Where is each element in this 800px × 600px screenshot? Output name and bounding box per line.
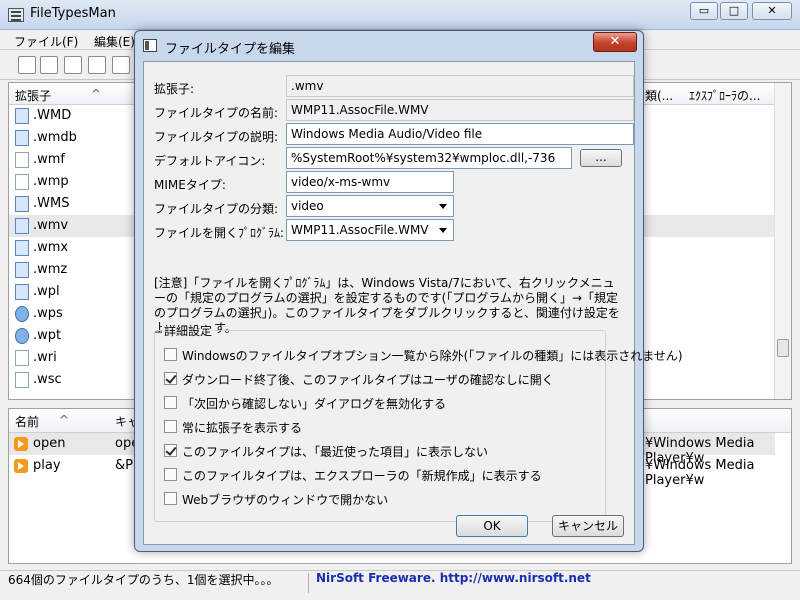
wmx-file-icon: [15, 240, 29, 256]
properties-icon[interactable]: [88, 56, 106, 74]
mime-field[interactable]: video/x-ms-wmv: [286, 171, 454, 193]
default-icon-field[interactable]: %SystemRoot%¥system32¥wmploc.dll,-736: [286, 147, 572, 169]
wmz-file-icon: [15, 262, 29, 278]
description-field[interactable]: Windows Media Audio/Video file: [286, 123, 634, 145]
wps-file-icon: [15, 306, 29, 322]
column-sort-arrow[interactable]: ^: [91, 87, 101, 101]
category-select[interactable]: video: [286, 195, 454, 217]
media-player-icon: [14, 437, 28, 451]
chevron-down-icon: [439, 204, 447, 209]
wmp-file-icon: [15, 174, 29, 190]
open-program-select[interactable]: WMP11.AssocFile.WMV: [286, 219, 454, 241]
wsc-file-icon: [15, 372, 29, 388]
chevron-down-icon: [439, 228, 447, 233]
status-bar: 664個のファイルタイプのうち、1個を選択中。。。 NirSoft Freewa…: [0, 570, 800, 600]
mime-label: MIMEタイプ:: [154, 178, 226, 192]
scrollbar-thumb[interactable]: [777, 339, 789, 357]
category-label: ファイルタイプの分類:: [154, 202, 279, 216]
note-text: [注意]「ファイルを開くﾌﾟﾛｸﾞﾗﾑ」は、Windows Vista/7におい…: [154, 276, 620, 335]
group-title: 詳細設定: [162, 322, 215, 339]
window-title: FileTypesMan: [30, 6, 116, 21]
edit-icon[interactable]: [112, 56, 130, 74]
dialog-title: ファイルタイプを編集: [165, 42, 296, 57]
refresh-icon[interactable]: [40, 56, 58, 74]
column-explorer[interactable]: ｴｸｽﾌﾟﾛｰﾗの...: [689, 87, 760, 104]
list-scrollbar[interactable]: [774, 83, 791, 399]
status-divider: [308, 573, 309, 593]
wmf-file-icon: [15, 152, 29, 168]
checkbox[interactable]: [164, 420, 177, 433]
open-program-label: ファイルを開くﾌﾟﾛｸﾞﾗﾑ:: [154, 226, 285, 240]
menu-edit[interactable]: 編集(E): [94, 33, 135, 50]
app-icon: [8, 8, 24, 22]
dialog-close-button[interactable]: ✕: [593, 32, 637, 52]
wmdb-file-icon: [15, 130, 29, 146]
ok-button[interactable]: OK: [456, 515, 528, 537]
save-icon[interactable]: [18, 56, 36, 74]
checkbox-checked[interactable]: [164, 444, 177, 457]
wpt-file-icon: [15, 328, 29, 344]
extension-field: .wmv: [286, 75, 634, 97]
category-value: video: [291, 199, 324, 213]
type-name-label: ファイルタイプの名前:: [154, 106, 279, 120]
main-close-button[interactable]: ✕: [752, 2, 792, 20]
checkbox[interactable]: [164, 348, 177, 361]
column-extension[interactable]: 拡張子: [15, 87, 51, 104]
media-player-icon: [14, 459, 28, 473]
minimize-button[interactable]: ▭: [690, 2, 718, 20]
column-name[interactable]: 名前: [15, 413, 39, 430]
dialog-icon: [143, 39, 157, 52]
menu-file[interactable]: ファイル(F): [14, 33, 78, 50]
dialog-titlebar: ファイルタイプを編集 ✕: [135, 31, 643, 61]
wmd-file-icon: [15, 108, 29, 124]
column-sort-arrow[interactable]: ^: [59, 413, 69, 427]
wmv-file-icon: [15, 218, 29, 234]
open-program-value: WMP11.AssocFile.WMV: [291, 223, 429, 237]
browse-icon-button[interactable]: ...: [580, 149, 622, 167]
description-label: ファイルタイプの説明:: [154, 130, 279, 144]
edit-file-type-dialog: ファイルタイプを編集 ✕ 拡張子: .wmv ファイルタイプの名前: WMP11…: [134, 30, 683, 552]
checkbox[interactable]: [164, 492, 177, 505]
checkbox[interactable]: [164, 468, 177, 481]
checkbox-checked[interactable]: [164, 372, 177, 385]
cancel-button[interactable]: キャンセル: [552, 515, 624, 537]
wri-file-icon: [15, 350, 29, 366]
column-type[interactable]: 類(...: [645, 87, 673, 104]
dialog-body: 拡張子: .wmv ファイルタイプの名前: WMP11.AssocFile.WM…: [143, 61, 683, 545]
copy-icon[interactable]: [64, 56, 82, 74]
status-text: 664個のファイルタイプのうち、1個を選択中。。。: [8, 573, 279, 587]
wms-file-icon: [15, 196, 29, 212]
maximize-button[interactable]: □: [720, 2, 748, 20]
checkbox[interactable]: [164, 396, 177, 409]
wpl-file-icon: [15, 284, 29, 300]
main-titlebar: FileTypesMan ▭ □ ✕: [0, 0, 800, 30]
extension-label: 拡張子:: [154, 82, 195, 96]
type-name-field: WMP11.AssocFile.WMV: [286, 99, 634, 121]
nirsoft-link[interactable]: NirSoft Freeware. http://www.nirsoft.net: [316, 571, 591, 585]
default-icon-label: デフォルトアイコン:: [154, 154, 266, 168]
